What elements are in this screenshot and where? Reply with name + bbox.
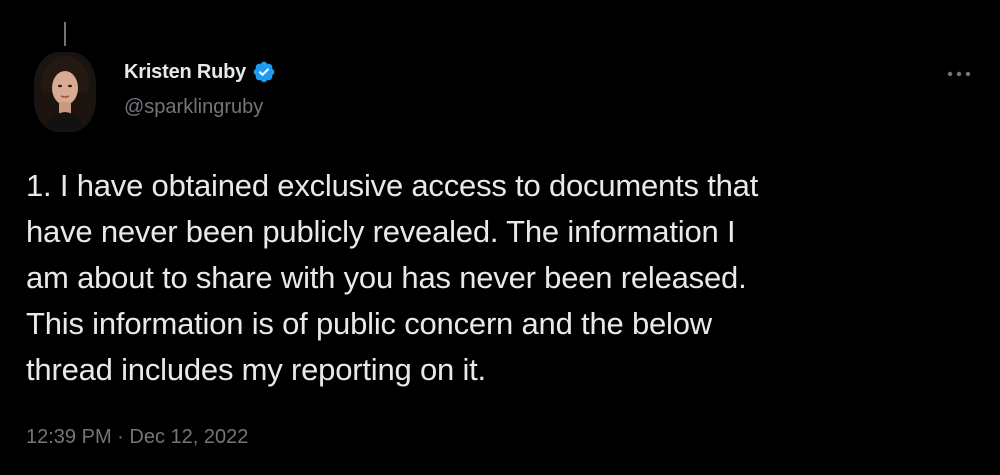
tweet-timestamp[interactable]: 12:39 PM · Dec 12, 2022 xyxy=(26,426,248,449)
tweet-text-line: thread includes my reporting on it. xyxy=(26,352,486,387)
tweet-text: 1. I have obtained exclusive access to d… xyxy=(26,163,976,393)
tweet-text-line: have never been publicly revealed. The i… xyxy=(26,214,736,249)
author-display-name[interactable]: Kristen Ruby xyxy=(124,61,246,84)
author-handle[interactable]: @sparklingruby xyxy=(124,96,263,119)
verified-badge-icon[interactable] xyxy=(252,60,276,84)
tweet-text-line: 1. I have obtained exclusive access to d… xyxy=(26,168,759,203)
avatar[interactable] xyxy=(34,52,96,132)
thread-connector-line xyxy=(64,22,66,46)
tweet-text-line: am about to share with you has never bee… xyxy=(26,260,747,295)
tweet-text-line: This information is of public concern an… xyxy=(26,306,712,341)
more-options-icon xyxy=(947,71,971,77)
author-name-row: Kristen Ruby xyxy=(124,60,276,84)
avatar-image xyxy=(34,52,96,132)
more-options-button[interactable] xyxy=(944,64,974,84)
